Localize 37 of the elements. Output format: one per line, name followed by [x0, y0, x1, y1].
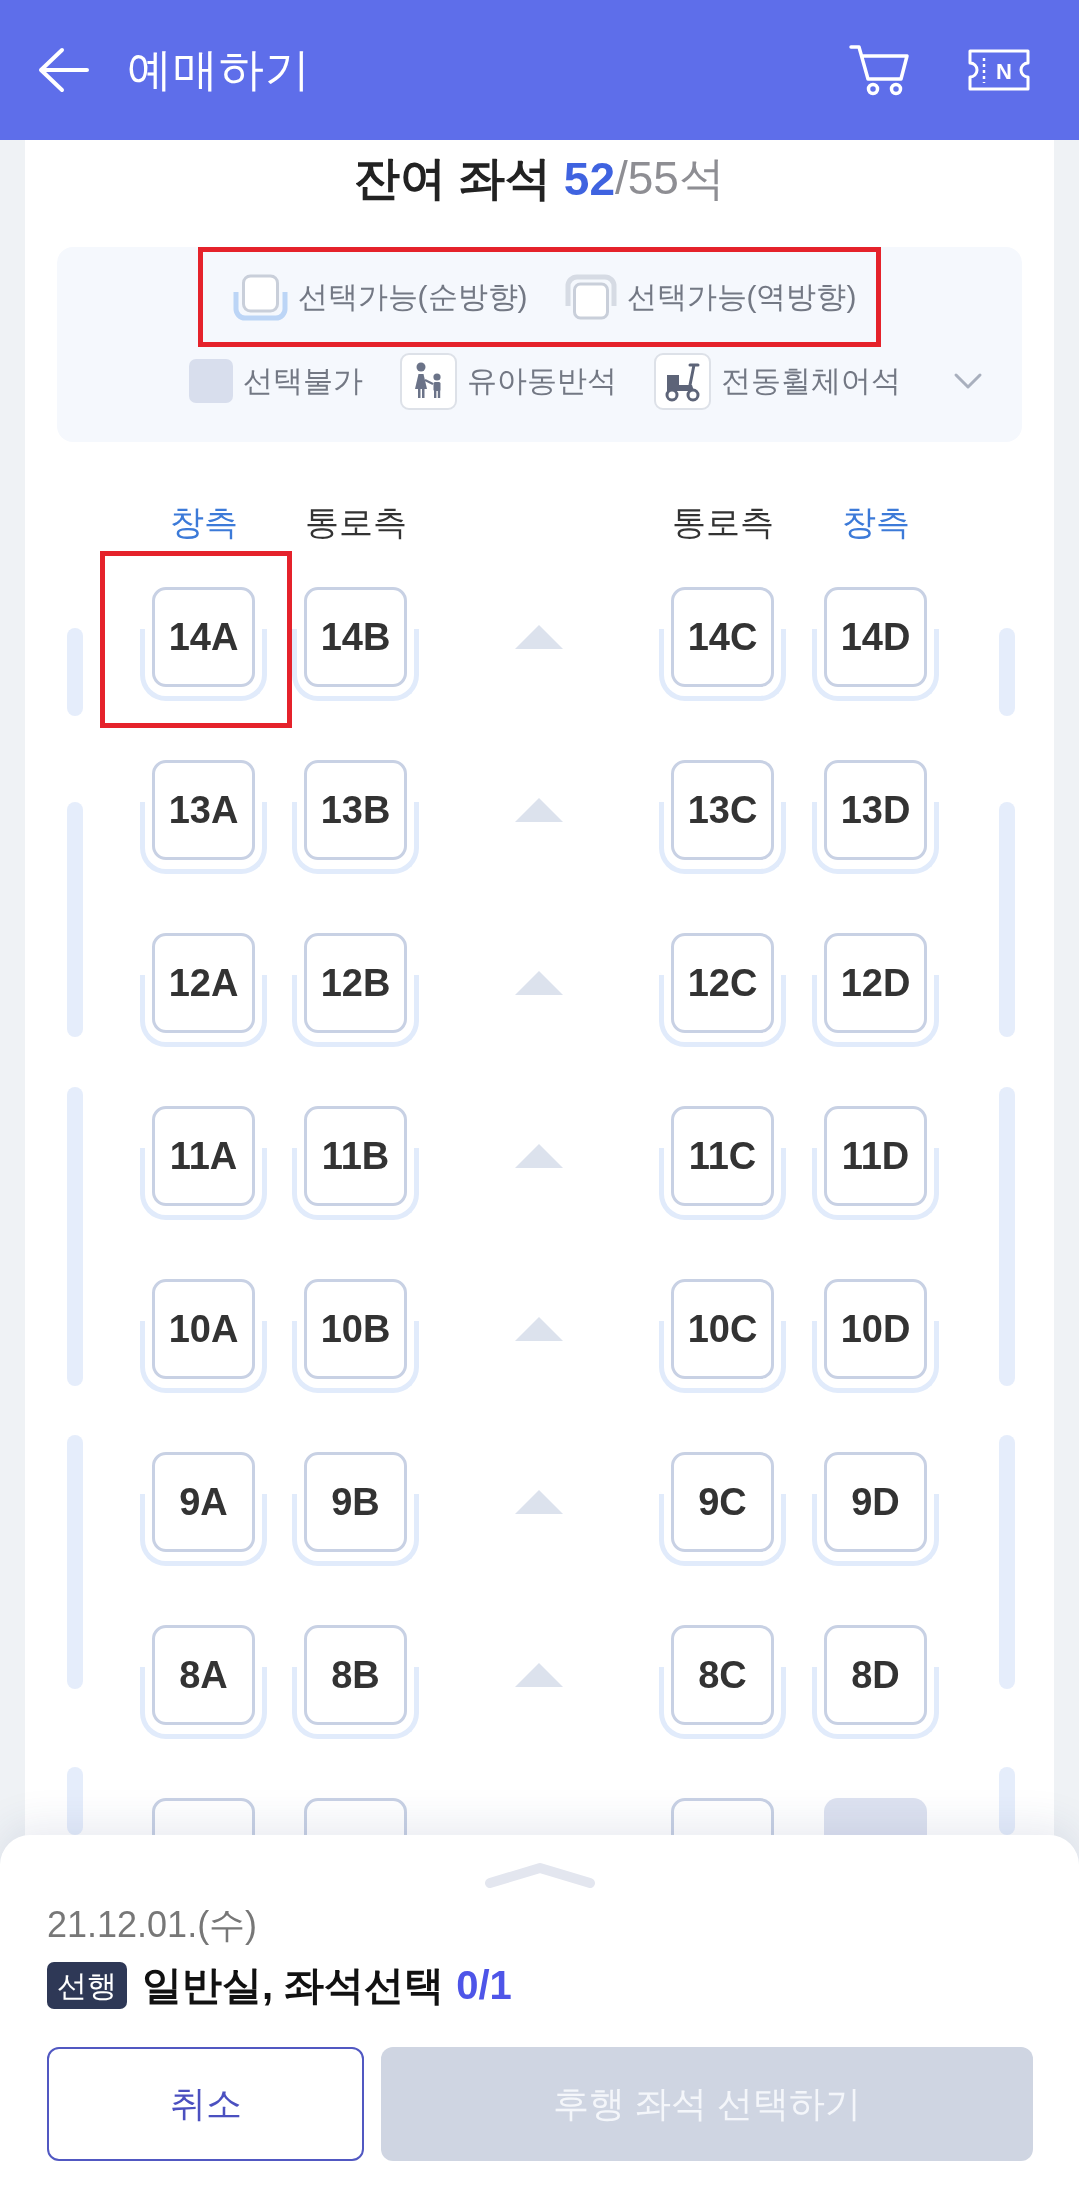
wall-bar — [67, 1767, 83, 1835]
legend-label: 선택가능(순방향) — [297, 278, 528, 315]
back-arrow-icon[interactable] — [37, 47, 89, 93]
direction-triangle-icon — [515, 971, 563, 995]
selection-count: 0/1 — [456, 1963, 512, 2008]
reverse-seat-icon — [564, 273, 617, 321]
total-seats: /55석 — [615, 148, 725, 210]
column-header: 창측 — [169, 502, 238, 542]
legend-label: 유아동반석 — [466, 362, 617, 399]
column-header: 통로측 — [671, 502, 774, 542]
travel-date: 21.12.01.(수) — [47, 1903, 258, 1947]
cart-icon[interactable] — [849, 43, 911, 97]
legend-label: 선택가능(역방향) — [626, 278, 857, 315]
mobility-scooter-icon — [653, 352, 711, 410]
direction-triangle-icon — [515, 798, 563, 822]
parent-child-icon — [399, 352, 457, 410]
direction-triangle-icon — [515, 1144, 563, 1168]
seat-selection-summary: 일반실, 좌석선택 — [142, 1962, 445, 2009]
cancel-button[interactable]: 취소 — [47, 2047, 364, 2161]
remaining-count: 52 — [563, 152, 615, 206]
forward-seat-icon — [232, 273, 288, 321]
column-header: 통로측 — [304, 502, 407, 542]
direction-badge: 선행 — [47, 1962, 127, 2009]
direction-triangle-icon — [515, 1490, 563, 1514]
direction-triangle-icon — [515, 1663, 563, 1687]
unavailable-seat-icon — [188, 359, 233, 403]
direction-triangle-icon — [515, 625, 563, 649]
column-header: 창측 — [841, 502, 910, 542]
direction-triangle-icon — [515, 1317, 563, 1341]
wall-bar — [999, 1767, 1015, 1835]
screen-title: 예매하기 — [127, 43, 311, 97]
remaining-seats-label: 잔여 좌석 — [354, 151, 551, 206]
legend-label: 선택불가 — [242, 362, 363, 399]
ticket-icon[interactable]: N — [967, 48, 1031, 92]
legend-label: 전동휠체어석 — [720, 362, 901, 399]
chevron-up-icon[interactable] — [484, 1861, 596, 1889]
chevron-down-icon[interactable] — [953, 372, 983, 390]
